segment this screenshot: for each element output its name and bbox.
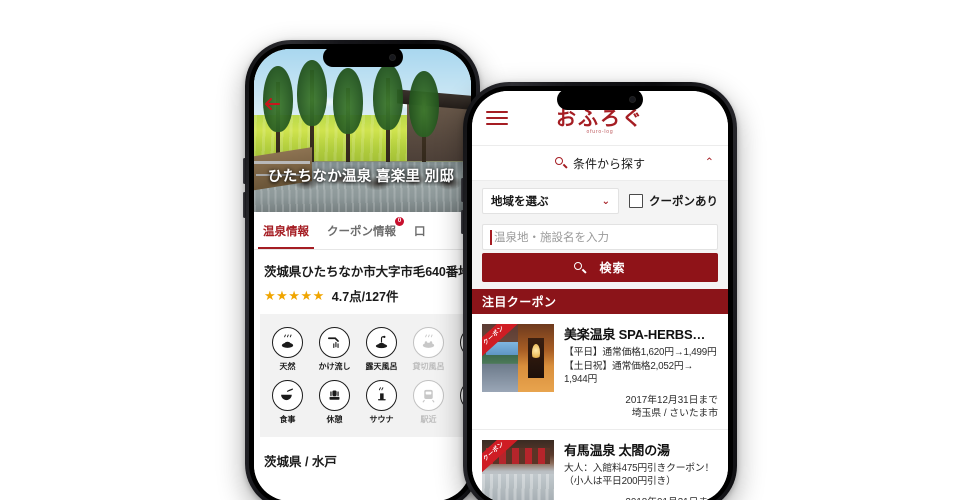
feature-open-air-bath[interactable]: 露天風呂: [358, 323, 405, 376]
feature-label: 休憩: [326, 415, 343, 424]
thumbnail-right-half: [518, 324, 554, 392]
rating-score-text: 4.7点/127件: [331, 290, 399, 304]
front-camera-icon: [629, 96, 636, 103]
region-select-value: 地域を選ぶ: [491, 196, 549, 208]
coupon-expiry: 2017年12月31日まで: [625, 394, 718, 406]
section-title: 注目クーポン: [482, 295, 557, 309]
feature-label: かけ流し: [318, 362, 351, 371]
feature-label: 貸切風呂: [412, 362, 445, 371]
hamburger-menu-icon[interactable]: [486, 110, 508, 126]
feature-label: 天然: [279, 362, 296, 371]
facility-region: 茨城県 / 水戸: [264, 455, 337, 469]
hero-tree: [373, 63, 403, 174]
coupon-thumbnail: クーポン: [482, 324, 554, 392]
feature-private-bath[interactable]: 貸切風呂: [405, 323, 452, 376]
rest-icon: [319, 380, 350, 411]
feature-label: 露天風呂: [365, 362, 398, 371]
facility-detail-body: 茨城県ひたちなか市大字市毛640番地2 ★★★★★ 4.7点/127件 天然 か…: [254, 250, 471, 500]
text-caret: [490, 230, 492, 245]
feature-label: サウナ: [369, 415, 394, 424]
coupon-description: 大人：入館料475円引きクーポン！（小人は平日200円引き）: [564, 462, 715, 488]
filter-row: 地域を選ぶ ⌄ クーポンあり: [472, 181, 728, 221]
back-phone-screen: ひたちなか温泉 喜楽里 別邸 温泉情報 クーポン情報 0 口 茨城県ひたちなか市…: [254, 49, 471, 500]
train-station-icon: [413, 380, 444, 411]
feature-sauna[interactable]: サウナ: [358, 376, 405, 429]
facility-title: ひたちなか温泉 喜楽里 別邸: [268, 169, 455, 185]
tab-reviews[interactable]: 口: [405, 212, 435, 249]
feature-label: 食事: [279, 415, 296, 424]
tab-coupon-info[interactable]: クーポン情報 0: [318, 212, 405, 249]
hot-spring-icon: [272, 327, 303, 358]
keyword-input-placeholder: 温泉地・施設名を入力: [494, 232, 609, 244]
tab-badge: 0: [395, 217, 404, 226]
coupon-description: 【平日】通常価格1,620円→1,499円【土日祝】通常価格2,052円→ 1,…: [564, 347, 717, 385]
feature-row: 食事 休憩 サウナ 駅近: [264, 376, 471, 429]
list-item[interactable]: クーポン 美楽温泉 SPA-HERBS（スパ… 【平日】通常価格1,620円→1…: [472, 314, 728, 430]
facility-hero-image: ひたちなか温泉 喜楽里 別邸: [254, 49, 471, 212]
back-arrow-icon[interactable]: [264, 97, 280, 111]
feature-flowing-water[interactable]: かけ流し: [311, 323, 358, 376]
detail-tabs: 温泉情報 クーポン情報 0 口: [254, 212, 471, 250]
checkbox-label: クーポンあり: [649, 196, 718, 208]
private-bath-icon: [413, 327, 444, 358]
coupon-title: 有馬温泉 太閤の湯: [564, 442, 670, 458]
sauna-icon: [366, 380, 397, 411]
star-rating-icon: ★★★★★: [264, 287, 325, 303]
search-conditions-toggle[interactable]: 条件から探す ⌃: [472, 145, 728, 181]
checkbox-icon[interactable]: [629, 194, 643, 208]
list-item[interactable]: クーポン 有馬温泉 太閤の湯 大人：入館料475円引きクーポン！（小人は平日20…: [472, 430, 728, 500]
search-button-row: 検索: [472, 253, 728, 289]
chevron-up-icon[interactable]: ⌃: [705, 157, 714, 169]
feature-meal[interactable]: 食事: [264, 376, 311, 429]
front-camera-icon: [388, 53, 396, 61]
search-icon: [554, 157, 568, 169]
coupon-text-block: 有馬温泉 太閤の湯 大人：入館料475円引きクーポン！（小人は平日200円引き）…: [564, 440, 718, 500]
front-phone-dynamic-island: [557, 89, 643, 110]
back-phone-device: ひたちなか温泉 喜楽里 別邸 温泉情報 クーポン情報 0 口 茨城県ひたちなか市…: [243, 40, 480, 500]
flowing-water-icon: [319, 327, 350, 358]
coupon-available-checkbox[interactable]: クーポンあり: [629, 193, 718, 209]
feature-label: 駅近: [420, 415, 437, 424]
tab-label: 温泉情報: [263, 225, 309, 238]
region-select-dropdown[interactable]: 地域を選ぶ ⌄: [482, 188, 619, 214]
chevron-down-icon: ⌄: [601, 195, 610, 207]
coupon-expiry: 2018年01月31日まで: [564, 496, 718, 500]
coupon-thumbnail: クーポン: [482, 439, 554, 500]
feature-natural-spring[interactable]: 天然: [264, 323, 311, 376]
back-phone-volume-up-button[interactable]: [243, 158, 246, 184]
coupon-text-block: 美楽温泉 SPA-HERBS（スパ… 【平日】通常価格1,620円→1,499円…: [564, 324, 718, 420]
search-button-label: 検索: [599, 261, 626, 275]
back-phone-volume-down-button[interactable]: [243, 192, 246, 218]
hero-railing: [254, 161, 310, 164]
coupon-list: クーポン 美楽温泉 SPA-HERBS（スパ… 【平日】通常価格1,620円→1…: [472, 314, 728, 500]
coupon-title: 美楽温泉 SPA-HERBS（スパ…: [564, 327, 718, 342]
tab-label: クーポン情報: [327, 225, 396, 238]
keyword-search-input[interactable]: 温泉地・施設名を入力: [482, 224, 718, 250]
feature-row: 天然 かけ流し 露天風呂 貸切風呂: [264, 323, 471, 376]
meal-icon: [272, 380, 303, 411]
screenshot-root: ひたちなか温泉 喜楽里 別邸 温泉情報 クーポン情報 0 口 茨城県ひたちなか市…: [0, 0, 980, 500]
facility-feature-grid: 天然 かけ流し 露天風呂 貸切風呂 食事 休憩 サウナ 駅近: [260, 314, 471, 437]
coupon-location: 埼玉県 / さいたま市: [631, 407, 718, 419]
featured-coupons-header: 注目クーポン: [472, 289, 728, 314]
keyword-input-row: 温泉地・施設名を入力: [472, 221, 728, 253]
logo-subtext: ofuro-log: [586, 129, 614, 135]
tab-label: 口: [414, 225, 426, 238]
search-toggle-label: 条件から探す: [572, 156, 645, 171]
logo-text: おふろぐ: [556, 106, 644, 130]
search-submit-button[interactable]: 検索: [482, 253, 718, 282]
facility-address: 茨城県ひたちなか市大字市毛640番地2: [264, 265, 471, 279]
feature-near-station[interactable]: 駅近: [405, 376, 452, 429]
front-phone-screen: ≡≡≡ おふろぐ ofuro-log 条件から探す ⌃ 地域を選ぶ ⌄: [472, 91, 728, 500]
facility-rating: ★★★★★ 4.7点/127件: [254, 280, 471, 314]
front-phone-volume-down-button[interactable]: [461, 210, 464, 234]
front-phone-device: ≡≡≡ おふろぐ ofuro-log 条件から探す ⌃ 地域を選ぶ ⌄: [461, 82, 737, 500]
search-icon: [574, 261, 588, 274]
back-phone-dynamic-island: [322, 47, 403, 67]
feature-rest[interactable]: 休憩: [311, 376, 358, 429]
tab-onsen-info[interactable]: 温泉情報: [254, 212, 318, 249]
open-air-bath-icon: [366, 327, 397, 358]
